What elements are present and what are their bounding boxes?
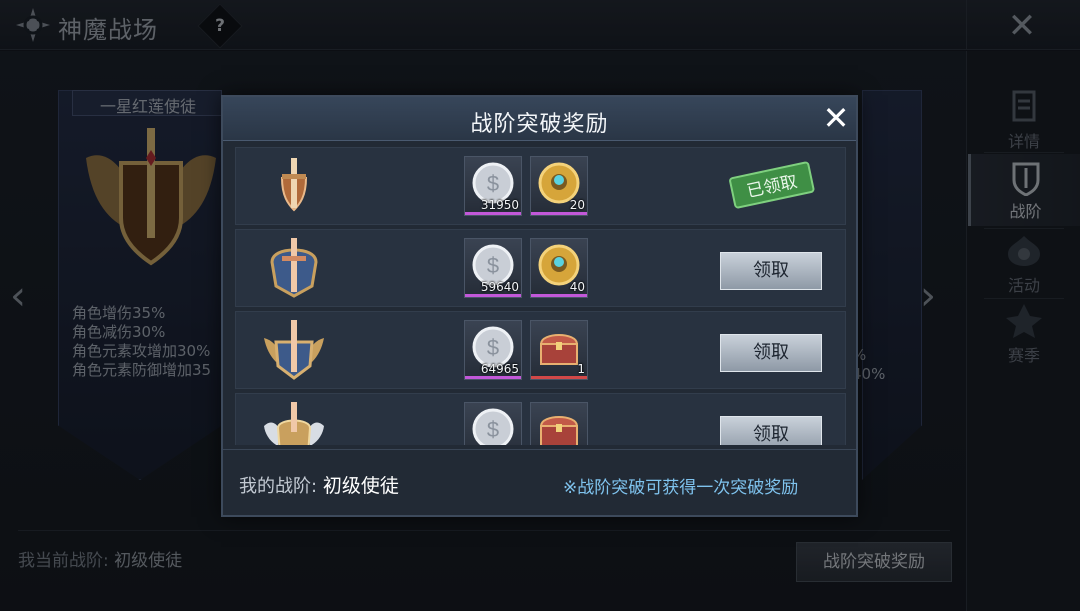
- breakthrough-hint: ※战阶突破可获得一次突破奖励: [563, 478, 799, 498]
- rank-winged-shield-icon: [264, 320, 324, 380]
- rank-helmet-icon: [264, 402, 324, 445]
- claim-button[interactable]: 领取: [720, 416, 822, 445]
- reward-row: $ 59640 40 领取: [235, 229, 846, 307]
- dialog-header: 战阶突破奖励 ✕: [223, 97, 856, 141]
- quality-bar: [465, 294, 521, 297]
- item-quantity: 64965: [480, 362, 519, 376]
- quality-bar: [465, 376, 521, 379]
- treasure-chest-icon: [539, 416, 579, 445]
- quality-bar: [465, 212, 521, 215]
- dialog-close-button[interactable]: ✕: [819, 101, 853, 135]
- dialog-footer-divider: [223, 449, 856, 450]
- claim-button[interactable]: 领取: [720, 334, 822, 372]
- claim-button[interactable]: 领取: [720, 252, 822, 290]
- reward-item[interactable]: $: [464, 402, 522, 445]
- quality-bar: [531, 376, 587, 379]
- reward-item[interactable]: 20: [530, 156, 588, 216]
- item-quantity: 1: [577, 362, 585, 376]
- dialog-title: 战阶突破奖励: [470, 112, 609, 137]
- reward-item[interactable]: 40: [530, 238, 588, 298]
- quality-bar: [531, 212, 587, 215]
- quality-bar: [531, 294, 587, 297]
- reward-item[interactable]: [530, 402, 588, 445]
- reward-item[interactable]: 1: [530, 320, 588, 380]
- item-quantity: 20: [569, 198, 585, 212]
- reward-row: $ 领取: [235, 393, 846, 445]
- rank-reward-dialog: 战阶突破奖励 ✕ $ 31950 20 已领取 $ 59640 40 领取 $ …: [221, 95, 858, 517]
- svg-text:$: $: [487, 171, 499, 196]
- reward-row: $ 31950 20 已领取: [235, 147, 846, 225]
- claimed-stamp-icon: 已领取: [729, 161, 815, 209]
- rank-shield-icon: [270, 238, 318, 298]
- item-quantity: 59640: [480, 280, 519, 294]
- svg-text:$: $: [487, 335, 499, 360]
- my-rank-label: 我的战阶:: [239, 476, 318, 497]
- silver-coin-icon: $: [472, 408, 514, 445]
- rank-sword-icon: [280, 158, 308, 212]
- svg-text:$: $: [487, 253, 499, 278]
- item-quantity: 40: [569, 280, 585, 294]
- reward-row: $ 64965 1 领取: [235, 311, 846, 389]
- my-rank-value: 初级使徒: [322, 475, 399, 497]
- reward-item[interactable]: $ 64965: [464, 320, 522, 380]
- my-rank: 我的战阶: 初级使徒: [239, 471, 399, 498]
- treasure-chest-icon: [539, 334, 579, 365]
- reward-item[interactable]: $ 59640: [464, 238, 522, 298]
- item-quantity: 31950: [480, 198, 519, 212]
- reward-list[interactable]: $ 31950 20 已领取 $ 59640 40 领取 $ 64965 1 领…: [235, 147, 846, 445]
- svg-text:$: $: [487, 417, 499, 442]
- reward-item[interactable]: $ 31950: [464, 156, 522, 216]
